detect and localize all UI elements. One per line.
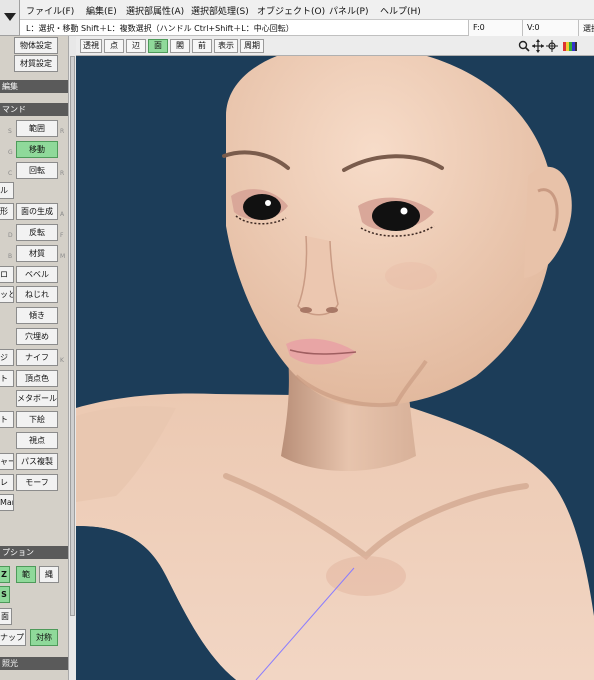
- menu-edit[interactable]: 編集(E): [86, 4, 117, 18]
- command-button-left-7[interactable]: ロ: [0, 266, 14, 283]
- move-icon[interactable]: [532, 39, 544, 53]
- command-button-14[interactable]: 下絵: [16, 411, 58, 428]
- command-button-left-12[interactable]: ト: [0, 370, 14, 387]
- shortcut-key-left: C: [8, 170, 13, 177]
- menu-selection-process[interactable]: 選択部処理(S): [191, 4, 249, 18]
- shortcut-key-right: R: [60, 128, 65, 135]
- menu-help[interactable]: ヘルプ(H): [380, 4, 421, 18]
- viewport-render: [76, 56, 594, 680]
- shortcut-key-left: D: [8, 232, 13, 239]
- selection-label: 選択: [578, 20, 594, 36]
- command-button-2[interactable]: 回転: [16, 162, 58, 179]
- shortcut-key-right: K: [60, 357, 64, 364]
- command-button-left-4[interactable]: 形: [0, 203, 14, 220]
- shortcut-key-left: G: [8, 149, 13, 156]
- shortcut-key-right: F: [60, 232, 64, 239]
- material-settings-button[interactable]: 材質設定: [14, 55, 58, 72]
- option-snap-button[interactable]: ナップ: [0, 629, 26, 646]
- shortcut-key-left: B: [8, 253, 13, 260]
- light-section-header[interactable]: 照光: [0, 657, 68, 670]
- 3d-viewport[interactable]: [76, 56, 594, 680]
- option-symmetry-button[interactable]: 対称: [30, 629, 58, 646]
- right-eye: [372, 201, 420, 231]
- color-icon[interactable]: [563, 42, 577, 51]
- command-button-5[interactable]: 反転: [16, 224, 58, 241]
- view-point-button[interactable]: 点: [104, 39, 124, 53]
- command-button-left-17[interactable]: レ: [0, 474, 14, 491]
- main-dropdown-button[interactable]: [0, 0, 20, 36]
- command-button-13[interactable]: メタボール: [16, 390, 58, 407]
- option-face-button[interactable]: 面: [0, 608, 12, 625]
- shortcut-key-left: S: [8, 128, 12, 135]
- edit-section-header[interactable]: 編集: [0, 80, 68, 93]
- shortcut-key-right: R: [60, 170, 65, 177]
- command-button-6[interactable]: 材質: [16, 245, 58, 262]
- view-toolbar: 透視 点 辺 面 閣 前 表示 周期: [76, 36, 594, 56]
- left-eye: [243, 194, 281, 220]
- command-button-12[interactable]: 頂点色: [16, 370, 58, 387]
- command-button-17[interactable]: モーフ: [16, 474, 58, 491]
- option-lasso-button[interactable]: 縄: [39, 566, 59, 583]
- head: [226, 56, 555, 406]
- view-front-button[interactable]: 前: [192, 39, 212, 53]
- command-button-1[interactable]: 移動: [16, 141, 58, 158]
- chevron-down-icon: [4, 13, 16, 21]
- view-perspective-button[interactable]: 透視: [80, 39, 102, 53]
- command-button-8[interactable]: ねじれ: [16, 286, 58, 303]
- command-section-header[interactable]: マンド: [0, 103, 68, 116]
- view-display-button[interactable]: 表示: [214, 39, 238, 53]
- shortcut-key-right: M: [60, 253, 66, 260]
- menu-selection-attributes[interactable]: 選択部属性(A): [126, 4, 184, 18]
- menu-panel[interactable]: パネル(P): [329, 4, 368, 18]
- option-range-button[interactable]: 範: [16, 566, 36, 583]
- ear: [524, 166, 572, 278]
- command-button-10[interactable]: 穴埋め: [16, 328, 58, 345]
- command-button-16[interactable]: パス複製: [16, 453, 58, 470]
- command-button-left-3[interactable]: ル: [0, 182, 14, 199]
- left-command-panel: 物体設定 材質設定 編集 マンド S 範囲 R G 移動 C 回転 R ル形面の生成 A D 反転 F B…: [0, 36, 68, 680]
- command-button-left-14[interactable]: ト: [0, 411, 14, 428]
- vertex-count: V:0: [522, 20, 578, 36]
- shortcut-key-right: A: [60, 211, 65, 218]
- menu-object[interactable]: オブジェクト(O): [257, 4, 325, 18]
- option-s-button[interactable]: S: [0, 586, 10, 603]
- command-button-9[interactable]: 傾き: [16, 307, 58, 324]
- menu-bar: ファイル(F) 編集(E) 選択部属性(A) 選択部処理(S) オブジェクト(O…: [0, 0, 594, 20]
- view-close-button[interactable]: 閣: [170, 39, 190, 53]
- command-button-7[interactable]: ベベル: [16, 266, 58, 283]
- scrollbar-thumb[interactable]: [70, 56, 75, 616]
- view-edge-button[interactable]: 辺: [126, 39, 146, 53]
- rotate-icon[interactable]: [546, 39, 558, 53]
- view-cycle-button[interactable]: 周期: [240, 39, 264, 53]
- command-button-15[interactable]: 視点: [16, 432, 58, 449]
- view-face-button[interactable]: 面: [148, 39, 168, 53]
- option-z-button[interactable]: Z: [0, 566, 10, 583]
- hint-text: L：選択・移動 Shift＋L：複数選択（ハンドル Ctrl+Shift＋L：中…: [26, 24, 294, 33]
- face-count: F:0: [468, 20, 522, 36]
- search-icon[interactable]: [518, 39, 530, 53]
- left-panel-scrollbar[interactable]: [68, 36, 76, 680]
- command-button-left-8[interactable]: ッと: [0, 286, 14, 303]
- command-button-left-18[interactable]: Man: [0, 494, 14, 511]
- command-button-left-16[interactable]: ャー: [0, 453, 14, 470]
- command-button-left-11[interactable]: ジ: [0, 349, 14, 366]
- option-section-header[interactable]: プション: [0, 546, 68, 559]
- command-button-4[interactable]: 面の生成: [16, 203, 58, 220]
- object-settings-button[interactable]: 物体設定: [14, 37, 58, 54]
- command-button-0[interactable]: 範囲: [16, 120, 58, 137]
- command-button-11[interactable]: ナイフ: [16, 349, 58, 366]
- menu-file[interactable]: ファイル(F): [26, 4, 74, 18]
